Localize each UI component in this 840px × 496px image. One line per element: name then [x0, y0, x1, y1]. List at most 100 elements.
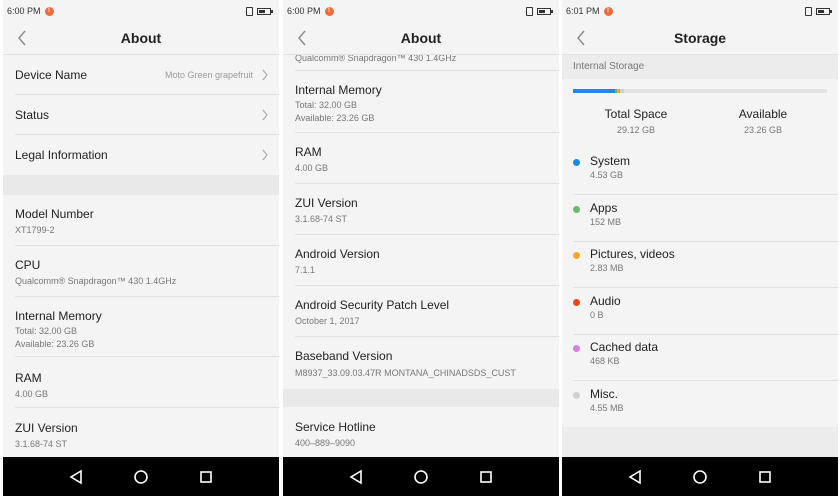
status-bar: 6:00 PM ! — [3, 0, 279, 22]
security-patch-item: Android Security Patch Level October 1, … — [295, 286, 559, 337]
storage-usage-bar — [573, 89, 827, 93]
android-version-item: Android Version 7.1.1 — [295, 235, 559, 286]
circle-home-icon — [693, 469, 707, 484]
status-bar: 6:00 PM ! — [283, 0, 559, 22]
cpu-item-partial: Qualcomm® Snapdragon™ 430 1.4GHz — [295, 55, 559, 71]
item-label: Device Name — [15, 68, 88, 82]
navigation-bar — [283, 457, 559, 496]
usage-bar-segment — [573, 89, 615, 93]
category-label: Apps — [590, 200, 618, 215]
item-value: 3.1.68-74 ST — [15, 439, 68, 449]
nav-back-button[interactable] — [344, 465, 368, 489]
notification-icon: ! — [324, 6, 334, 16]
item-value: Moto Green grapefruit — [164, 70, 253, 80]
chevron-left-icon[interactable] — [295, 28, 309, 48]
sim-card-icon — [246, 6, 253, 16]
nav-back-button[interactable] — [64, 465, 88, 489]
status-item[interactable]: Status — [15, 95, 279, 135]
nav-recents-button[interactable] — [474, 465, 498, 489]
baseband-version-item: Baseband Version M8937_33.09.03.47R MONT… — [295, 337, 559, 389]
category-color-dot — [573, 159, 580, 166]
about-list: Device Name Moto Green grapefruit Status… — [3, 54, 279, 457]
nav-home-button[interactable] — [688, 465, 712, 489]
navigation-bar — [3, 457, 279, 496]
chevron-right-icon — [262, 69, 268, 81]
nav-home-button[interactable] — [409, 465, 433, 489]
internal-memory-item: Internal Memory Total: 32.00 GB Availabl… — [15, 297, 279, 357]
service-hotline-item[interactable]: Service Hotline 400–889–9090 — [295, 407, 559, 457]
legal-information-item[interactable]: Legal Information — [15, 135, 279, 175]
category-size: 4.53 GB — [590, 170, 624, 180]
storage-list: Internal Storage Total Space 29.12 GB Av… — [562, 54, 838, 457]
ram-item: RAM 4.00 GB — [295, 133, 559, 184]
nav-back-button[interactable] — [623, 465, 647, 489]
title-bar: Storage — [562, 22, 838, 54]
square-recents-icon — [759, 470, 772, 483]
available-stat: Available 23.26 GB — [703, 107, 823, 135]
notification-icon: ! — [603, 6, 613, 16]
zui-version-item: ZUI Version 3.1.68-74 ST — [295, 184, 559, 235]
category-color-dot — [573, 298, 580, 306]
category-size: 152 MB — [590, 216, 622, 227]
category-label: System — [590, 154, 631, 168]
category-size: 4.55 MB — [590, 402, 624, 413]
item-value: M8937_33.09.03.47R MONTANA_CHINADSDS_CUS… — [295, 368, 516, 378]
cpu-item: CPU Qualcomm® Snapdragon™ 430 1.4GHz — [15, 246, 279, 297]
storage-footer-area — [562, 427, 838, 457]
status-time: 6:00 PM — [287, 6, 321, 16]
storage-category-item[interactable]: Cached data 468 KB — [573, 335, 838, 381]
battery-icon — [537, 7, 553, 15]
sim-card-icon — [526, 6, 533, 16]
item-label: Status — [15, 108, 50, 122]
item-value: 7.1.1 — [295, 265, 316, 275]
page-title: Storage — [673, 30, 727, 46]
section-divider — [3, 175, 279, 195]
category-label: Cached data — [590, 340, 659, 354]
available-value: 23.26 GB — [743, 125, 783, 135]
item-value: Qualcomm® Snapdragon™ 430 1.4GHz — [15, 276, 177, 286]
triangle-back-icon — [628, 469, 641, 484]
status-bar: 6:01 PM ! — [562, 0, 838, 22]
item-label: Legal Information — [15, 148, 108, 162]
storage-category-item[interactable]: Pictures, videos 2.83 MB — [573, 242, 838, 288]
item-value: XT1799-2 — [15, 225, 55, 235]
item-value-available: Available: 23.26 GB — [295, 113, 375, 123]
nav-recents-button[interactable] — [753, 465, 777, 489]
storage-category-item[interactable]: Audio 0 B — [573, 289, 838, 335]
category-label: Pictures, videos — [590, 247, 675, 261]
storage-category-item[interactable]: Misc. 4.55 MB — [573, 382, 838, 428]
about-list: Qualcomm® Snapdragon™ 430 1.4GHz Interna… — [283, 54, 559, 457]
item-label: Android Version — [295, 247, 380, 261]
title-bar: About — [283, 22, 559, 54]
chevron-right-icon — [262, 149, 268, 161]
status-time: 6:00 PM — [7, 6, 41, 16]
chevron-left-icon[interactable] — [15, 28, 29, 48]
about-screen-2: 6:00 PM ! About Qualcomm® Snapdragon™ 43… — [283, 0, 559, 496]
category-color-dot — [573, 252, 580, 259]
item-value-total: Total: 32.00 GB — [15, 326, 78, 336]
circle-home-icon — [134, 469, 148, 484]
square-recents-icon — [480, 470, 493, 483]
triangle-back-icon — [349, 469, 362, 484]
chevron-left-icon[interactable] — [574, 28, 588, 48]
item-label: RAM — [295, 145, 322, 159]
section-header: Internal Storage — [562, 55, 838, 79]
item-value: 400–889–9090 — [295, 438, 356, 448]
device-name-item[interactable]: Device Name Moto Green grapefruit — [15, 55, 279, 95]
about-screen-1: 6:00 PM ! About Device Name Moto Green g… — [3, 0, 279, 496]
item-label: Service Hotline — [295, 420, 376, 434]
chevron-right-icon — [262, 109, 268, 121]
total-space-label: Total Space — [604, 107, 668, 121]
storage-category-item[interactable]: Apps 152 MB — [573, 196, 838, 242]
item-label: Android Security Patch Level — [295, 298, 450, 312]
storage-screen: 6:01 PM ! Storage Internal Storage Total… — [562, 0, 838, 496]
square-recents-icon — [200, 470, 213, 483]
storage-category-item[interactable]: System 4.53 GB — [573, 149, 838, 195]
total-space-stat: Total Space 29.12 GB — [576, 107, 696, 135]
item-label: ZUI Version — [295, 196, 358, 210]
usage-bar-segment — [620, 89, 624, 93]
nav-recents-button[interactable] — [194, 465, 218, 489]
nav-home-button[interactable] — [129, 465, 153, 489]
category-size: 2.83 MB — [590, 263, 624, 273]
item-value: 4.00 GB — [15, 389, 49, 399]
